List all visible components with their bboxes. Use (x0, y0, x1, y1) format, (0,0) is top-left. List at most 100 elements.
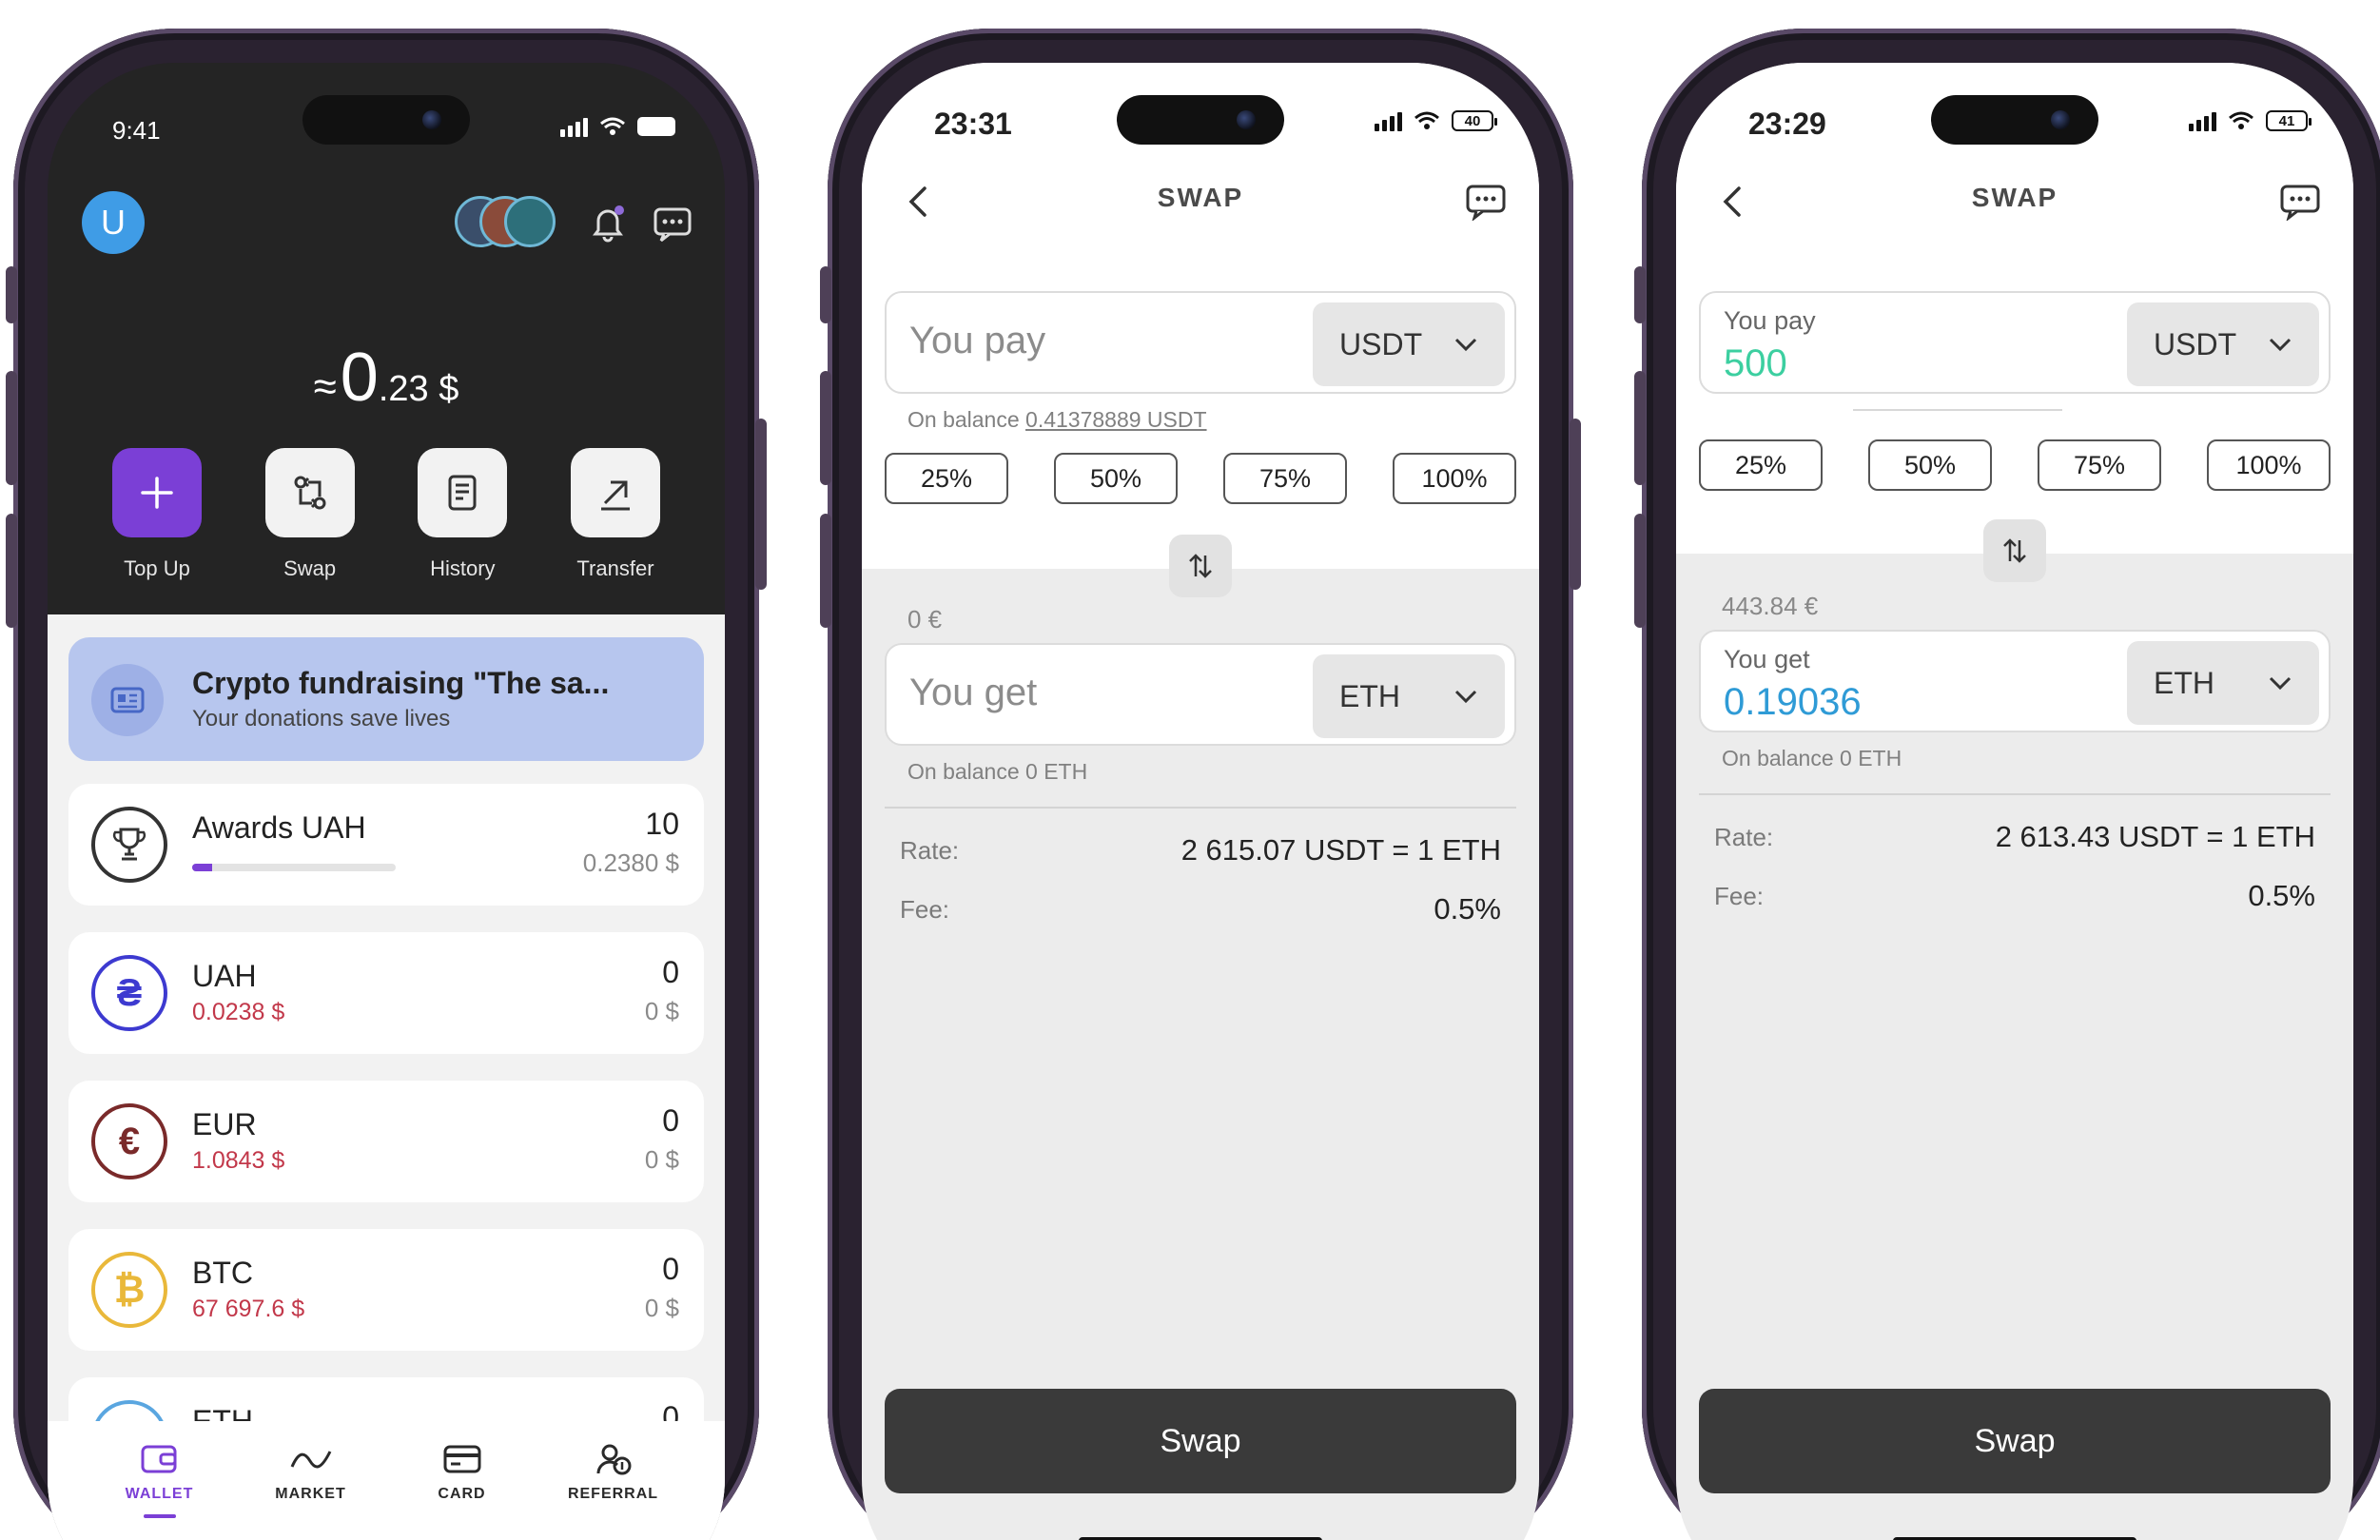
status-bar: 9:41 (48, 112, 725, 150)
signal-icon (2189, 110, 2216, 131)
pct-50-button[interactable]: 50% (1868, 439, 1992, 491)
get-field[interactable]: You get ETH (885, 643, 1516, 746)
referral-icon (595, 1444, 631, 1475)
phone-swap-empty: 23:31 40 SWAP You pay USDT On balance 0.… (820, 29, 1581, 1540)
get-currency-select[interactable]: ETH (2127, 641, 2319, 725)
wifi-icon (2229, 111, 2253, 129)
divider (885, 807, 1516, 809)
transfer-icon (600, 480, 630, 511)
status-bar: 23:31 40 (862, 107, 1539, 150)
swap-submit-button[interactable]: Swap (1699, 1389, 2331, 1493)
swap-screen-empty: 23:31 40 SWAP You pay USDT On balance 0.… (862, 63, 1539, 1540)
pay-amount[interactable]: 500 (1724, 342, 1787, 385)
tab-card[interactable]: CARD (396, 1421, 529, 1540)
status-bar: 23:29 41 (1676, 107, 2353, 150)
quick-actions: Top Up Swap History Transfer (86, 448, 687, 581)
total-balance: ≈0.23 $ (313, 340, 459, 416)
signal-icon (560, 116, 588, 137)
swap-submit-button[interactable]: Swap (885, 1389, 1516, 1493)
asset-row-eur[interactable]: € EUR 1.0843 $ 0 0 $ (68, 1081, 704, 1202)
get-field[interactable]: You get 0.19036 ETH (1699, 630, 2331, 732)
chat-icon[interactable] (2279, 183, 2321, 221)
plus-icon (141, 477, 173, 509)
asset-row-uah[interactable]: ₴ UAH 0.0238 $ 0 0 $ (68, 932, 704, 1054)
status-time: 9:41 (112, 116, 161, 145)
pct-100-button[interactable]: 100% (1393, 453, 1516, 504)
pay-currency-select[interactable]: USDT (1313, 302, 1505, 386)
battery-icon: 40 (1452, 110, 1497, 131)
asset-list: Crypto fundraising "The sa... Your donat… (48, 614, 725, 1540)
market-icon (290, 1451, 331, 1469)
fundraising-icon (110, 687, 145, 713)
phone-swap-filled: 23:29 41 SWAP You pay 500 USDT 25% 50% 7… (1634, 29, 2380, 1540)
fiat-equivalent: 0 € (907, 605, 943, 634)
card-icon (443, 1445, 480, 1473)
asset-row-btc[interactable]: ₿ BTC 67 697.6 $ 0 0 $ (68, 1229, 704, 1351)
fee-row: Fee: 0.5% (900, 892, 1501, 926)
divider (1853, 409, 2062, 411)
pct-75-button[interactable]: 75% (2038, 439, 2161, 491)
pay-currency-select[interactable]: USDT (2127, 302, 2319, 386)
get-label: You get (1724, 645, 1810, 673)
hryvnia-icon: ₴ (91, 955, 167, 1031)
history-icon (448, 475, 477, 511)
swap-screen-filled: 23:29 41 SWAP You pay 500 USDT 25% 50% 7… (1676, 63, 2353, 1540)
pay-field[interactable]: You pay 500 USDT (1699, 291, 2331, 394)
wifi-icon (1414, 111, 1439, 129)
swap-button[interactable]: Swap (239, 448, 381, 581)
get-amount: 0.19036 (1724, 681, 1862, 723)
rate-row: Rate: 2 613.43 USDT = 1 ETH (1714, 820, 2315, 853)
chevron-down-icon (1454, 690, 1477, 704)
chevron-down-icon (1454, 338, 1477, 352)
page-title: SWAP (1157, 183, 1244, 212)
top-up-button[interactable]: Top Up (86, 448, 228, 581)
pay-field[interactable]: You pay USDT (885, 291, 1516, 394)
pct-100-button[interactable]: 100% (2207, 439, 2331, 491)
chevron-down-icon (2269, 338, 2292, 352)
bitcoin-icon: ₿ (91, 1252, 167, 1328)
page-title: SWAP (1971, 183, 2058, 212)
wallet-screen: 9:41 U ≈0.23 $ Top Up Swap History Trans… (48, 63, 725, 1540)
promo-banner[interactable]: Crypto fundraising "The sa... Your donat… (68, 637, 704, 761)
avatar[interactable]: U (82, 191, 145, 254)
signal-icon (1375, 110, 1402, 131)
fiat-equivalent: 443.84 € (1722, 592, 1819, 620)
swap-icon (294, 476, 326, 510)
awards-progress (192, 864, 396, 871)
get-currency-select[interactable]: ETH (1313, 654, 1505, 738)
status-time: 23:29 (1748, 107, 1826, 141)
reverse-swap-button[interactable] (1169, 535, 1232, 597)
euro-icon: € (91, 1103, 167, 1179)
tab-referral[interactable]: REFERRAL (547, 1421, 680, 1540)
get-balance-hint: On balance 0 ETH (1722, 746, 1902, 770)
pct-25-button[interactable]: 25% (885, 453, 1008, 504)
pay-balance-hint: On balance 0.41378889 USDT (907, 407, 1207, 432)
transfer-button[interactable]: Transfer (544, 448, 687, 581)
percentage-buttons: 25% 50% 75% 100% (885, 453, 1516, 504)
wifi-icon (600, 117, 625, 135)
reverse-swap-button[interactable] (1983, 519, 2046, 582)
pct-75-button[interactable]: 75% (1223, 453, 1347, 504)
get-balance-hint: On balance 0 ETH (907, 759, 1088, 784)
wallet-icon (141, 1445, 176, 1473)
pct-25-button[interactable]: 25% (1699, 439, 1823, 491)
promo-subtitle: Your donations save lives (192, 706, 451, 731)
status-time: 23:31 (934, 107, 1012, 141)
chat-icon[interactable] (651, 202, 694, 245)
divider (1699, 793, 2331, 795)
swap-arrows-icon (2003, 538, 2026, 563)
nft-collection-icon[interactable] (455, 196, 559, 249)
pct-50-button[interactable]: 50% (1054, 453, 1178, 504)
phone-wallet: 9:41 U ≈0.23 $ Top Up Swap History Trans… (6, 29, 767, 1540)
history-button[interactable]: History (391, 448, 534, 581)
pay-label: You pay (1724, 306, 1816, 335)
tab-market[interactable]: MARKET (244, 1421, 378, 1540)
chat-icon[interactable] (1465, 183, 1507, 221)
asset-row-awards[interactable]: Awards UAH 10 0.2380 $ (68, 784, 704, 906)
bell-icon[interactable] (586, 202, 630, 245)
trophy-icon (112, 828, 146, 861)
battery-icon (637, 117, 675, 136)
promo-title: Crypto fundraising "The sa... (192, 666, 610, 700)
get-placeholder: You get (909, 672, 1038, 713)
tab-wallet[interactable]: WALLET (93, 1421, 226, 1540)
